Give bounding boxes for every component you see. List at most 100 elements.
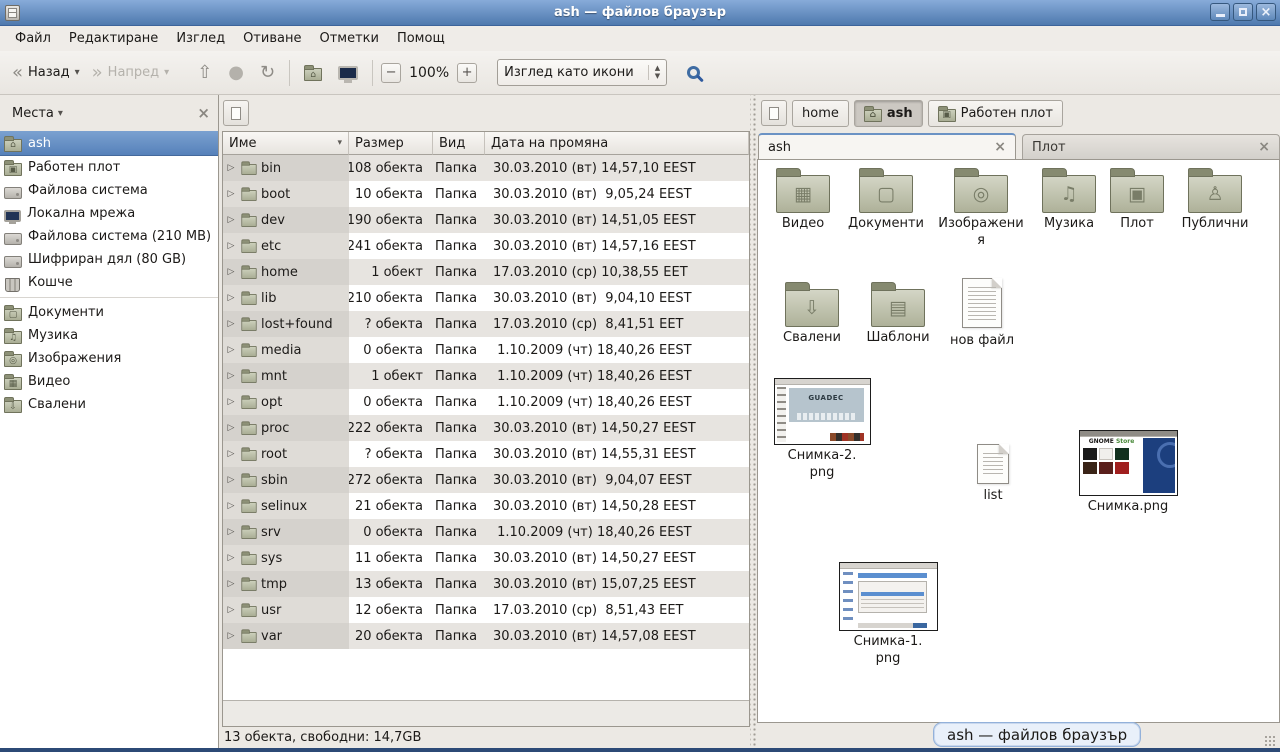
- location-toggle-button[interactable]: [223, 100, 249, 126]
- table-row[interactable]: ▷var 20 обектаПапка30.03.2010 (вт) 14,57…: [223, 623, 749, 649]
- expander-icon[interactable]: ▷: [225, 605, 237, 615]
- taskbar-window-label[interactable]: ash — файлов браузър: [933, 722, 1141, 747]
- icon-item-documents[interactable]: ▢ Документи: [840, 166, 932, 233]
- back-history-caret-icon[interactable]: ▾: [75, 67, 80, 78]
- table-row[interactable]: ▷sbin 272 обектаПапка30.03.2010 (вт) 9,0…: [223, 467, 749, 493]
- tab-close-icon[interactable]: ×: [1258, 139, 1270, 155]
- zoom-in-button[interactable]: +: [457, 63, 477, 83]
- expander-icon[interactable]: ▷: [225, 397, 237, 407]
- expander-icon[interactable]: ▷: [225, 163, 237, 173]
- sidebar-item-downloads[interactable]: ⇩ Свалени: [0, 393, 218, 416]
- column-header-name[interactable]: Име▾: [223, 132, 349, 155]
- table-row[interactable]: ▷tmp 13 обектаПапка30.03.2010 (вт) 15,07…: [223, 571, 749, 597]
- expander-icon[interactable]: ▷: [225, 527, 237, 537]
- view-mode-select[interactable]: Изглед като икони ▲▼: [497, 59, 667, 86]
- sidebar-item-desktop[interactable]: ▣ Работен плот: [0, 156, 218, 179]
- places-selector[interactable]: Места ▾: [12, 106, 63, 121]
- table-row[interactable]: ▷proc 222 обектаПапка30.03.2010 (вт) 14,…: [223, 415, 749, 441]
- sidebar-item-ash[interactable]: ⌂ ash: [0, 131, 218, 156]
- table-row[interactable]: ▷root ? обектаПапка30.03.2010 (вт) 14,55…: [223, 441, 749, 467]
- expander-icon[interactable]: ▷: [225, 371, 237, 381]
- menu-view[interactable]: Изглед: [167, 28, 234, 49]
- table-row[interactable]: ▷media 0 обектаПапка 1.10.2009 (чт) 18,4…: [223, 337, 749, 363]
- horizontal-scrollbar[interactable]: [223, 700, 749, 726]
- expander-icon[interactable]: ▷: [225, 475, 237, 485]
- expander-icon[interactable]: ▷: [225, 215, 237, 225]
- icon-view[interactable]: ▦ Видео ▢ Документи ◎ Изображения ♫ Музи…: [757, 159, 1280, 723]
- table-row[interactable]: ▷lost+found ? обектаПапка17.03.2010 (ср)…: [223, 311, 749, 337]
- icon-item-public[interactable]: ♙ Публични: [1172, 166, 1258, 233]
- zoom-out-button[interactable]: −: [381, 63, 401, 83]
- close-button[interactable]: ×: [1256, 3, 1276, 21]
- file-item-snimka[interactable]: GNOME Store: [1076, 430, 1180, 516]
- column-header-type[interactable]: Вид: [433, 132, 485, 155]
- tab-ash[interactable]: ash ×: [758, 133, 1016, 159]
- menu-help[interactable]: Помощ: [388, 28, 454, 49]
- sidebar-item-videos[interactable]: ▦ Видео: [0, 370, 218, 393]
- icon-item-downloads[interactable]: ⇩ Свалени: [772, 280, 852, 347]
- column-header-date[interactable]: Дата на промяна: [485, 132, 749, 155]
- expander-icon[interactable]: ▷: [225, 579, 237, 589]
- expander-icon[interactable]: ▷: [225, 423, 237, 433]
- sidebar-item-trash[interactable]: Кошче: [0, 271, 218, 294]
- icon-item-music[interactable]: ♫ Музика: [1030, 166, 1108, 233]
- stop-button[interactable]: ●: [222, 60, 250, 86]
- menu-go[interactable]: Отиване: [234, 28, 310, 49]
- table-row[interactable]: ▷etc 241 обектаПапка30.03.2010 (вт) 14,5…: [223, 233, 749, 259]
- pane-splitter[interactable]: [750, 95, 757, 748]
- table-row[interactable]: ▷boot 10 обектаПапка30.03.2010 (вт) 9,05…: [223, 181, 749, 207]
- tab-close-icon[interactable]: ×: [994, 139, 1006, 155]
- sidebar-item-filesystem-210mb[interactable]: Файлова система (210 MB): [0, 225, 218, 248]
- expander-icon[interactable]: ▷: [225, 267, 237, 277]
- sidebar-item-pictures[interactable]: ◎ Изображения: [0, 347, 218, 370]
- table-row[interactable]: ▷lib 210 обектаПапка30.03.2010 (вт) 9,04…: [223, 285, 749, 311]
- back-button[interactable]: « Назад ▾: [6, 60, 86, 86]
- computer-button[interactable]: [332, 62, 364, 84]
- expander-icon[interactable]: ▷: [225, 241, 237, 251]
- file-item-snimka-2[interactable]: GUADEC Снимка-2.png: [772, 378, 872, 482]
- expander-icon[interactable]: ▷: [225, 553, 237, 563]
- combo-stepper-icon[interactable]: ▲▼: [648, 65, 660, 80]
- menu-bookmarks[interactable]: Отметки: [310, 28, 387, 49]
- table-row[interactable]: ▷srv 0 обектаПапка 1.10.2009 (чт) 18,40,…: [223, 519, 749, 545]
- resize-grip[interactable]: [1264, 735, 1277, 746]
- file-item-snimka-1[interactable]: Снимка-1.png: [836, 562, 940, 668]
- sidebar-item-filesystem[interactable]: Файлова система: [0, 179, 218, 202]
- minimize-button[interactable]: [1210, 3, 1230, 21]
- expander-icon[interactable]: ▷: [225, 189, 237, 199]
- table-row[interactable]: ▷sys 11 обектаПапка30.03.2010 (вт) 14,50…: [223, 545, 749, 571]
- icon-item-templates[interactable]: ▤ Шаблони: [856, 280, 940, 347]
- sidebar-item-documents[interactable]: ▢ Документи: [0, 301, 218, 324]
- table-row[interactable]: ▷dev 190 обектаПапка30.03.2010 (вт) 14,5…: [223, 207, 749, 233]
- menu-file[interactable]: Файл: [6, 28, 60, 49]
- expander-icon[interactable]: ▷: [225, 501, 237, 511]
- file-item-new-file[interactable]: нов файл: [940, 278, 1024, 350]
- search-button[interactable]: [681, 62, 706, 83]
- path-desktop-button[interactable]: ▣ Работен плот: [928, 100, 1063, 127]
- expander-icon[interactable]: ▷: [225, 631, 237, 641]
- forward-button[interactable]: » Напред ▾: [86, 60, 176, 86]
- table-row[interactable]: ▷selinux 21 обектаПапка30.03.2010 (вт) 1…: [223, 493, 749, 519]
- icon-item-pictures[interactable]: ◎ Изображения: [938, 166, 1024, 250]
- titlebar[interactable]: ash — файлов браузър ×: [0, 0, 1280, 26]
- sidebar-item-music[interactable]: ♫ Музика: [0, 324, 218, 347]
- table-row[interactable]: ▷home 1 обектПапка17.03.2010 (ср) 10,38,…: [223, 259, 749, 285]
- up-button[interactable]: ⇧: [191, 60, 218, 86]
- path-toggle-button[interactable]: [761, 100, 787, 126]
- table-row[interactable]: ▷mnt 1 обектПапка 1.10.2009 (чт) 18,40,2…: [223, 363, 749, 389]
- sidebar-item-local-network[interactable]: Локална мрежа: [0, 202, 218, 225]
- expander-icon[interactable]: ▷: [225, 345, 237, 355]
- home-button[interactable]: ⌂: [298, 60, 328, 85]
- path-home-button[interactable]: home: [792, 100, 849, 127]
- reload-button[interactable]: ↻: [254, 60, 281, 86]
- table-row[interactable]: ▷usr 12 обектаПапка17.03.2010 (ср) 8,51,…: [223, 597, 749, 623]
- maximize-button[interactable]: [1233, 3, 1253, 21]
- file-item-list[interactable]: list: [960, 444, 1026, 505]
- sidebar-close-icon[interactable]: ×: [197, 104, 210, 122]
- expander-icon[interactable]: ▷: [225, 293, 237, 303]
- table-row[interactable]: ▷bin 108 обектаПапка30.03.2010 (вт) 14,5…: [223, 155, 749, 181]
- table-row[interactable]: ▷opt 0 обектаПапка 1.10.2009 (чт) 18,40,…: [223, 389, 749, 415]
- icon-item-desktop[interactable]: ▣ Плот: [1106, 166, 1168, 233]
- tab-plot[interactable]: Плот ×: [1022, 134, 1280, 159]
- expander-icon[interactable]: ▷: [225, 319, 237, 329]
